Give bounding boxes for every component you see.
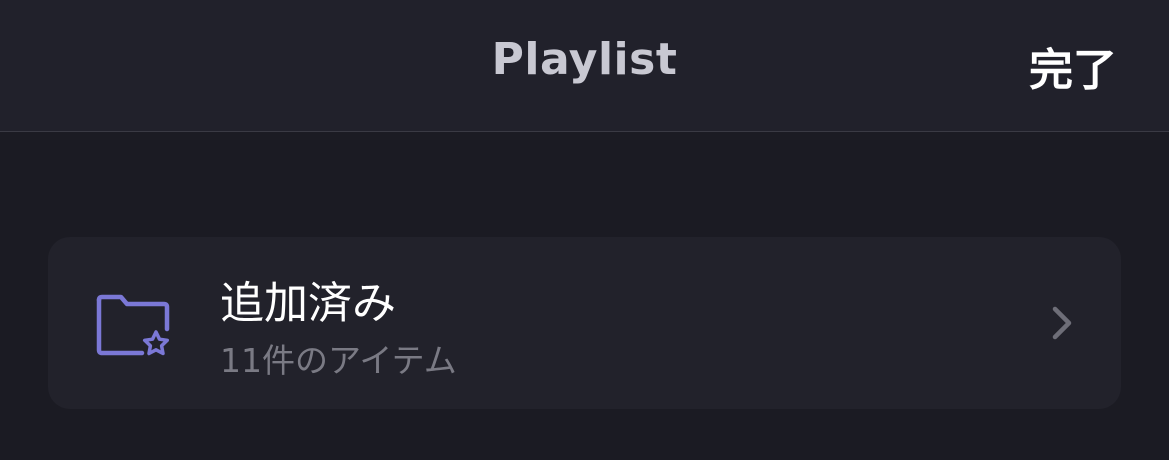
playlist-row-added[interactable]: 追加済み 11件のアイテム bbox=[48, 237, 1121, 409]
playlist-title: 追加済み bbox=[220, 278, 396, 329]
chevron-right-icon bbox=[1052, 306, 1072, 340]
playlist-screen: Playlist 完了 追加済み 11件のアイテム bbox=[0, 0, 1169, 460]
playlist-item-count: 11件のアイテム bbox=[220, 341, 457, 380]
navigation-bar: Playlist 完了 bbox=[0, 0, 1169, 132]
done-button[interactable]: 完了 bbox=[1029, 34, 1117, 98]
folder-star-icon bbox=[96, 294, 170, 356]
page-title: Playlist bbox=[491, 34, 678, 85]
